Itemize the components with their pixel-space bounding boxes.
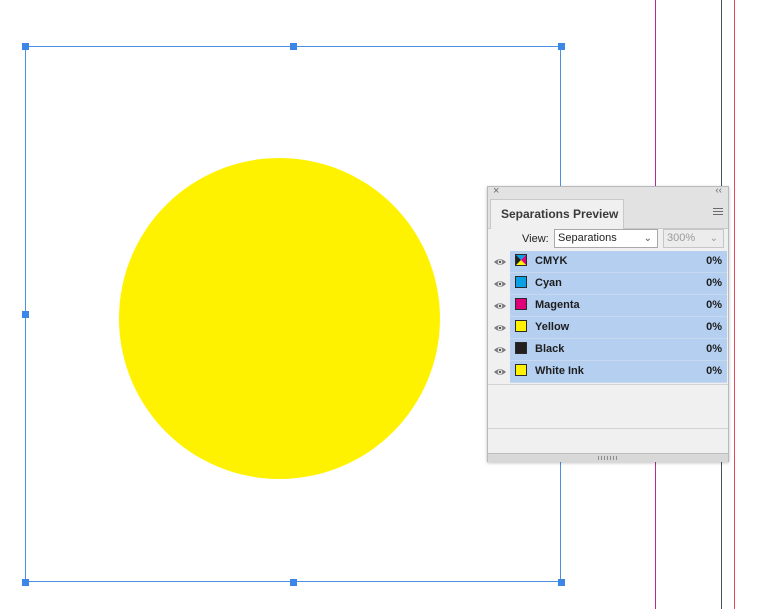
separation-row[interactable]: CMYK 0% — [488, 251, 728, 273]
separation-row-body[interactable]: Yellow 0% — [510, 317, 727, 339]
color-swatch — [515, 298, 527, 310]
separation-row-body[interactable]: White Ink 0% — [510, 361, 727, 383]
close-icon[interactable]: × — [493, 185, 499, 197]
color-swatch — [515, 364, 527, 376]
separations-preview-panel: × ‹‹ Separations Preview View: Separatio… — [487, 185, 729, 462]
panel-menu-icon[interactable] — [713, 208, 723, 216]
handle-bottom-right[interactable] — [558, 579, 565, 586]
separation-percent: 0% — [706, 255, 722, 267]
color-swatch — [515, 276, 527, 288]
view-dropdown[interactable]: Separations ⌄ — [554, 229, 658, 248]
separation-row-body[interactable]: CMYK 0% — [510, 251, 727, 273]
eye-icon[interactable] — [493, 365, 507, 379]
separation-name: White Ink — [535, 365, 584, 377]
handle-bottom-middle[interactable] — [290, 579, 297, 586]
resize-grip-icon[interactable] — [598, 456, 618, 460]
separation-percent: 0% — [706, 277, 722, 289]
color-swatch — [515, 342, 527, 354]
separation-name: Magenta — [535, 299, 580, 311]
eye-icon[interactable] — [493, 277, 507, 291]
separation-row[interactable]: Cyan 0% — [488, 273, 728, 295]
separation-percent: 0% — [706, 343, 722, 355]
bleed-guide — [734, 0, 735, 609]
separation-name: Cyan — [535, 277, 562, 289]
document-canvas[interactable]: × ‹‹ Separations Preview View: Separatio… — [0, 0, 771, 609]
panel-status-bar — [488, 428, 728, 454]
handle-bottom-left[interactable] — [22, 579, 29, 586]
panel-drag-bar[interactable]: × ‹‹ — [488, 185, 728, 199]
color-swatch — [515, 320, 527, 332]
separation-row-body[interactable]: Black 0% — [510, 339, 727, 361]
eye-icon[interactable] — [493, 343, 507, 357]
separation-percent: 0% — [706, 321, 722, 333]
panel-tab-row: Separations Preview — [488, 199, 728, 229]
eye-icon[interactable] — [493, 255, 507, 269]
list-empty-area — [488, 384, 728, 429]
color-swatch — [515, 254, 527, 266]
view-label: View: — [522, 233, 549, 245]
separation-name: CMYK — [535, 255, 568, 267]
separation-percent: 0% — [706, 365, 722, 377]
panel-resize-bar[interactable] — [488, 453, 728, 462]
separations-list: CMYK 0% Cyan 0% Magenta 0% Yellow 0% Black 0% Whit… — [488, 251, 728, 383]
separation-name: Yellow — [535, 321, 570, 333]
view-row: View: Separations ⌄ 300% ⌄ — [488, 229, 728, 251]
separation-percent: 0% — [706, 299, 722, 311]
separation-row-body[interactable]: Magenta 0% — [510, 295, 727, 317]
separation-name: Black — [535, 343, 565, 355]
chevron-down-icon: ⌄ — [709, 233, 718, 244]
view-dropdown-value: Separations — [558, 232, 617, 244]
separation-row[interactable]: Yellow 0% — [488, 317, 728, 339]
separation-row-body[interactable]: Cyan 0% — [510, 273, 727, 295]
handle-top-left[interactable] — [22, 43, 29, 50]
handle-top-right[interactable] — [558, 43, 565, 50]
collapse-icon[interactable]: ‹‹ — [715, 185, 722, 196]
handle-middle-left[interactable] — [22, 311, 29, 318]
separation-row[interactable]: White Ink 0% — [488, 361, 728, 383]
selected-frame[interactable] — [25, 46, 561, 582]
eye-icon[interactable] — [493, 321, 507, 335]
zoom-dropdown[interactable]: 300% ⌄ — [663, 229, 724, 248]
handle-top-middle[interactable] — [290, 43, 297, 50]
chevron-down-icon: ⌄ — [643, 233, 652, 244]
eye-icon[interactable] — [493, 299, 507, 313]
tab-separations-preview[interactable]: Separations Preview — [490, 199, 624, 229]
separation-row[interactable]: Black 0% — [488, 339, 728, 361]
separation-row[interactable]: Magenta 0% — [488, 295, 728, 317]
zoom-dropdown-value: 300% — [667, 232, 696, 244]
